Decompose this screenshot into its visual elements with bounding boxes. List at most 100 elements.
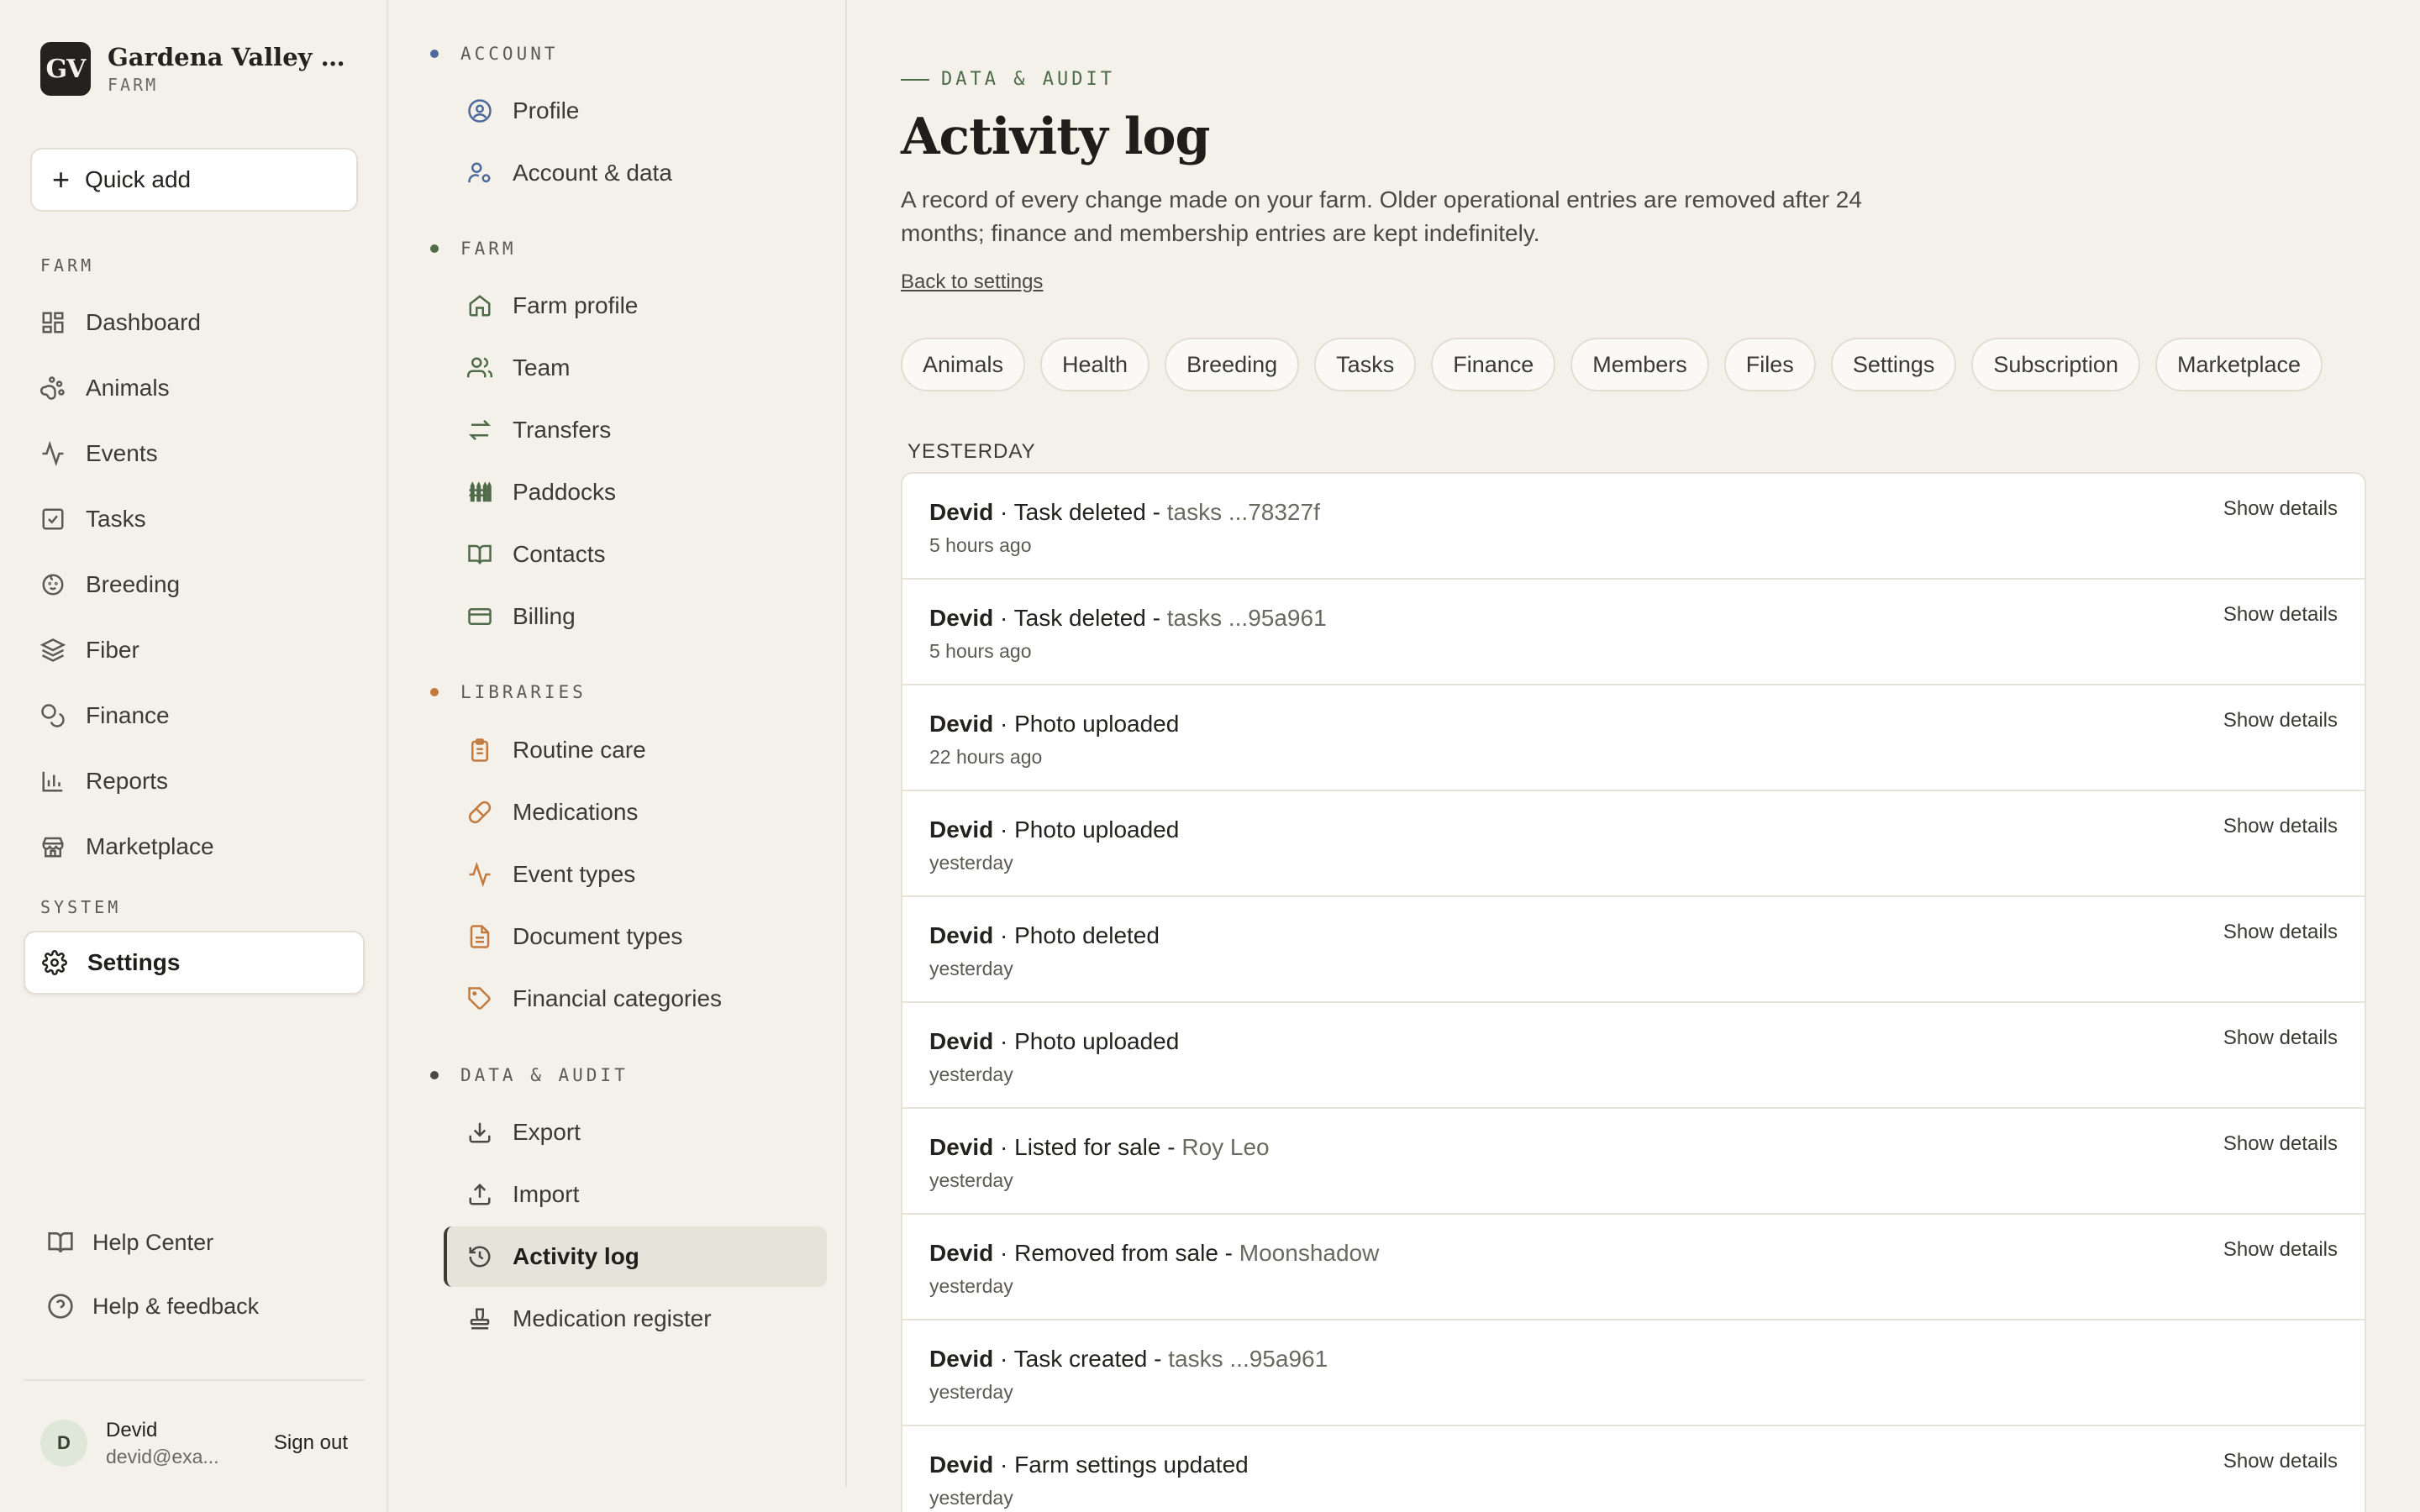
activity-list: Devid · Task deleted - tasks ...78327f 5… bbox=[901, 472, 2366, 1512]
entry-actor: Devid bbox=[929, 1240, 994, 1266]
entry-title: Devid · Task deleted - tasks ...78327f bbox=[929, 499, 2338, 526]
stamp-icon bbox=[470, 1308, 490, 1330]
settings-item-activity-log[interactable]: Activity log bbox=[444, 1226, 827, 1287]
arrows-swap-icon bbox=[468, 419, 492, 441]
entry-actor: Devid bbox=[929, 1134, 994, 1160]
quick-add-button[interactable]: + Quick add bbox=[30, 148, 358, 212]
settings-item-label: Farm profile bbox=[513, 292, 639, 318]
sidebar-item-settings[interactable]: Settings bbox=[24, 931, 365, 995]
filter-chip-finance[interactable]: Finance bbox=[1431, 338, 1556, 391]
file-text-icon bbox=[470, 925, 490, 948]
settings-item-export[interactable]: Export bbox=[467, 1111, 581, 1153]
settings-item-routine-care[interactable]: Routine care bbox=[467, 729, 646, 771]
filter-chip-breeding[interactable]: Breeding bbox=[1165, 338, 1300, 391]
filter-chip-settings[interactable]: Settings bbox=[1830, 338, 1957, 391]
help-center-label: Help Center bbox=[92, 1229, 214, 1255]
sidebar-item-label: Reports bbox=[86, 768, 169, 794]
entry-target: tasks ...95a961 bbox=[1166, 605, 1327, 631]
list-item: Devid · Farm settings updated yesterday … bbox=[902, 1426, 2365, 1512]
filter-chip-marketplace[interactable]: Marketplace bbox=[2154, 338, 2323, 391]
show-details-button[interactable]: Show details bbox=[2223, 709, 2338, 732]
settings-item-financial-categories[interactable]: Financial categories bbox=[467, 978, 722, 1020]
filter-chip-animals[interactable]: Animals bbox=[901, 338, 1026, 391]
sidebar-item-reports[interactable]: Reports bbox=[40, 760, 168, 802]
show-details-button[interactable]: Show details bbox=[2223, 1450, 2338, 1473]
settings-item-team[interactable]: Team bbox=[467, 347, 570, 389]
list-item: Devid · Photo uploaded yesterday Show de… bbox=[902, 791, 2365, 897]
back-to-settings-link[interactable]: Back to settings bbox=[901, 270, 1043, 294]
settings-item-contacts[interactable]: Contacts bbox=[467, 533, 606, 575]
show-details-button[interactable]: Show details bbox=[2223, 921, 2338, 944]
filter-chips: Animals Health Breeding Tasks Finance Me… bbox=[901, 338, 2323, 391]
sidebar-item-fiber[interactable]: Fiber bbox=[40, 629, 139, 671]
entry-actor: Devid bbox=[929, 605, 994, 631]
entry-target: tasks ...78327f bbox=[1166, 499, 1320, 525]
activity-icon bbox=[469, 862, 491, 887]
entry-actor: Devid bbox=[929, 1346, 994, 1372]
sidebar-item-animals[interactable]: Animals bbox=[40, 367, 170, 409]
entry-title: Devid · Farm settings updated bbox=[929, 1452, 2338, 1478]
user-circle-icon bbox=[468, 99, 492, 123]
sidebar-item-label: Dashboard bbox=[86, 309, 201, 335]
page-description: A record of every change made on your fa… bbox=[901, 186, 1862, 246]
show-details-button[interactable]: Show details bbox=[2223, 1132, 2338, 1156]
page-eyebrow: DATA & AUDIT bbox=[901, 69, 1115, 90]
settings-item-account-data[interactable]: Account & data bbox=[467, 152, 672, 194]
filter-chip-health[interactable]: Health bbox=[1040, 338, 1150, 391]
settings-item-label: Activity log bbox=[513, 1243, 639, 1269]
book-icon bbox=[48, 1232, 73, 1253]
list-item: Devid · Task deleted - tasks ...78327f 5… bbox=[902, 474, 2365, 580]
settings-item-medications[interactable]: Medications bbox=[467, 791, 638, 833]
settings-item-event-types[interactable]: Event types bbox=[467, 853, 635, 895]
sidebar-item-label: Fiber bbox=[86, 637, 139, 663]
entry-action: · Task deleted - bbox=[993, 499, 1167, 525]
sidebar-item-finance[interactable]: Finance bbox=[40, 695, 170, 737]
entry-time: yesterday bbox=[929, 852, 1013, 874]
settings-item-farm-profile[interactable]: Farm profile bbox=[467, 285, 638, 327]
settings-item-document-types[interactable]: Document types bbox=[467, 916, 682, 958]
book-open-icon bbox=[468, 544, 492, 564]
sidebar-item-tasks[interactable]: Tasks bbox=[40, 498, 146, 540]
entry-time: yesterday bbox=[929, 958, 1013, 979]
sidebar-item-marketplace[interactable]: Marketplace bbox=[40, 826, 214, 868]
show-details-button[interactable]: Show details bbox=[2223, 1026, 2338, 1050]
help-feedback-label: Help & feedback bbox=[92, 1293, 260, 1319]
filter-chip-members[interactable]: Members bbox=[1570, 338, 1709, 391]
gear-icon bbox=[42, 950, 67, 975]
plus-icon: + bbox=[52, 162, 71, 197]
help-center-link[interactable]: Help Center bbox=[47, 1229, 213, 1256]
settings-item-billing[interactable]: Billing bbox=[467, 596, 576, 638]
settings-item-paddocks[interactable]: Paddocks bbox=[467, 471, 616, 513]
settings-item-profile[interactable]: Profile bbox=[467, 90, 579, 132]
entry-time: yesterday bbox=[929, 1381, 1013, 1403]
nav-section-system: SYSTEM bbox=[40, 897, 122, 917]
settings-item-medication-register[interactable]: Medication register bbox=[467, 1298, 712, 1340]
filter-chip-files[interactable]: Files bbox=[1723, 338, 1816, 391]
sidebar-item-breeding[interactable]: Breeding bbox=[40, 564, 180, 606]
settings-item-label: Contacts bbox=[513, 541, 606, 567]
user-cog-icon bbox=[468, 162, 491, 183]
entry-action: · Photo uploaded bbox=[993, 1028, 1180, 1054]
bar-chart-icon bbox=[42, 771, 63, 792]
sidebar-item-events[interactable]: Events bbox=[40, 433, 158, 475]
filter-chip-tasks[interactable]: Tasks bbox=[1314, 338, 1417, 391]
show-details-button[interactable]: Show details bbox=[2223, 497, 2338, 521]
show-details-button[interactable]: Show details bbox=[2223, 815, 2338, 838]
filter-chip-subscription[interactable]: Subscription bbox=[1971, 338, 2140, 391]
entry-title: Devid · Task created - tasks ...95a961 bbox=[929, 1346, 2338, 1373]
sidebar-item-dashboard[interactable]: Dashboard bbox=[40, 302, 201, 344]
entry-target: Moonshadow bbox=[1239, 1240, 1380, 1266]
farm-switcher[interactable]: GV Gardena Valley Alp... FARM bbox=[40, 42, 360, 96]
help-feedback-link[interactable]: Help & feedback bbox=[47, 1293, 259, 1320]
home-icon bbox=[469, 295, 491, 317]
show-details-button[interactable]: Show details bbox=[2223, 1238, 2338, 1262]
farm-name: Gardena Valley Alp... bbox=[108, 43, 360, 71]
settings-item-transfers[interactable]: Transfers bbox=[467, 409, 611, 451]
entry-action: · Task deleted - bbox=[993, 605, 1167, 631]
sign-out-button[interactable]: Sign out bbox=[274, 1431, 348, 1455]
group-dot bbox=[430, 688, 439, 696]
avatar: D bbox=[40, 1420, 87, 1467]
settings-item-import[interactable]: Import bbox=[467, 1173, 579, 1215]
settings-group-farm: FARM bbox=[430, 239, 517, 259]
show-details-button[interactable]: Show details bbox=[2223, 603, 2338, 627]
